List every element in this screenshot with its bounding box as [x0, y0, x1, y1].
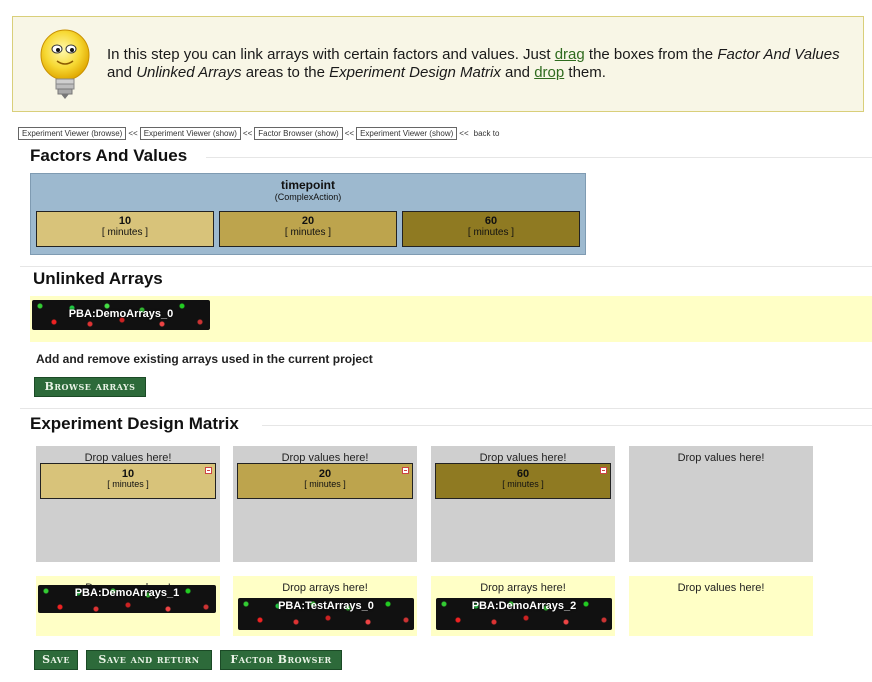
unlinked-heading: Unlinked Arrays: [33, 269, 163, 288]
help-text-part: and: [107, 64, 137, 81]
save-button[interactable]: Save: [34, 650, 78, 670]
factor-browser-button[interactable]: Factor Browser: [220, 650, 342, 670]
array-chip-demoarrays-0[interactable]: PBA:DemoArrays_0: [32, 300, 210, 330]
placed-value-number: 20: [318, 468, 332, 480]
divider: [20, 266, 872, 267]
placed-value-number: 10: [121, 468, 135, 480]
factor-value-unit: [ minutes ]: [101, 227, 149, 238]
factor-value-number: 10: [118, 215, 132, 227]
factor-name: timepoint: [281, 178, 335, 192]
help-text: In this step you can link arrays with ce…: [107, 46, 852, 82]
factor-value-unit: [ minutes ]: [467, 227, 515, 238]
arrays-info-text: Add and remove existing arrays used in t…: [36, 352, 373, 366]
factor-value-number: 20: [301, 215, 315, 227]
breadcrumb-separator: <<: [459, 128, 469, 138]
save-and-return-button[interactable]: Save and return: [86, 650, 212, 670]
factors-heading: Factors And Values: [30, 146, 188, 165]
array-drop-label: Drop values here!: [677, 582, 765, 594]
drag-link[interactable]: drag: [555, 46, 585, 63]
divider: [206, 157, 872, 158]
breadcrumb-item[interactable]: Experiment Viewer (browse): [18, 126, 127, 140]
placed-value-unit: [ minutes ]: [107, 479, 149, 489]
help-text-em: Factor And Values: [717, 46, 840, 63]
factor-value-number: 60: [484, 215, 498, 227]
breadcrumb-back-label: back to: [473, 128, 500, 138]
divider: [262, 425, 872, 426]
breadcrumb-separator: <<: [128, 128, 138, 138]
help-text-part: them.: [564, 64, 606, 81]
help-text-em: Experiment Design Matrix: [329, 64, 501, 81]
drop-link[interactable]: drop: [534, 64, 564, 81]
array-drop-label: Drop arrays here!: [480, 582, 566, 594]
help-text-part: and: [500, 64, 535, 81]
factor-panel: timepoint (ComplexAction) 10 [ minutes ]…: [30, 173, 586, 255]
breadcrumb-separator: <<: [344, 128, 355, 138]
factor-value-20[interactable]: 20 [ minutes ]: [219, 211, 397, 247]
array-chip-demoarrays-2[interactable]: PBA:DemoArrays_2: [436, 598, 612, 630]
factor-value-10[interactable]: 10 [ minutes ]: [36, 211, 214, 247]
array-drop-zone[interactable]: Drop values here!: [629, 576, 813, 636]
placed-value-unit: [ minutes ]: [304, 479, 346, 489]
help-text-part: areas to the: [241, 64, 330, 81]
placed-value-20[interactable]: 20 [ minutes ]: [237, 463, 413, 499]
array-chip-label: PBA:DemoArrays_2: [471, 600, 577, 612]
remove-icon[interactable]: [205, 467, 212, 474]
help-text-part: the boxes from the: [584, 46, 718, 63]
remove-icon[interactable]: [402, 467, 409, 474]
help-text-part: In this step you can link arrays with ce…: [107, 46, 555, 63]
placed-value-60[interactable]: 60 [ minutes ]: [435, 463, 611, 499]
breadcrumb: Experiment Viewer (browse) << Experiment…: [18, 126, 499, 140]
factor-type: (ComplexAction): [274, 192, 342, 202]
array-drop-label: Drop arrays here!: [282, 582, 368, 594]
array-chip-label: PBA:DemoArrays_1: [74, 587, 180, 599]
lightbulb-icon: [40, 29, 90, 99]
divider: [20, 408, 872, 409]
help-text-em: Unlinked Arrays: [136, 64, 242, 81]
remove-icon[interactable]: [600, 467, 607, 474]
breadcrumb-item[interactable]: Factor Browser (show): [254, 126, 343, 140]
value-drop-label: Drop values here!: [677, 452, 765, 464]
breadcrumb-separator: <<: [242, 128, 253, 138]
value-drop-zone[interactable]: Drop values here!: [629, 446, 813, 562]
breadcrumb-item[interactable]: Experiment Viewer (show): [139, 126, 241, 140]
placed-value-10[interactable]: 10 [ minutes ]: [40, 463, 216, 499]
placed-value-unit: [ minutes ]: [502, 479, 544, 489]
browse-arrays-button[interactable]: Browse arrays: [34, 377, 146, 397]
array-chip-label: PBA:TestArrays_0: [278, 600, 374, 612]
factor-value-unit: [ minutes ]: [284, 227, 332, 238]
array-chip-label: PBA:DemoArrays_0: [68, 308, 174, 320]
array-chip-demoarrays-1[interactable]: PBA:DemoArrays_1: [38, 585, 216, 613]
placed-value-number: 60: [516, 468, 530, 480]
breadcrumb-item[interactable]: Experiment Viewer (show): [356, 126, 458, 140]
matrix-heading: Experiment Design Matrix: [30, 414, 239, 433]
help-box: In this step you can link arrays with ce…: [12, 16, 864, 112]
factor-value-60[interactable]: 60 [ minutes ]: [402, 211, 580, 247]
array-chip-testarrays-0[interactable]: PBA:TestArrays_0: [238, 598, 414, 630]
